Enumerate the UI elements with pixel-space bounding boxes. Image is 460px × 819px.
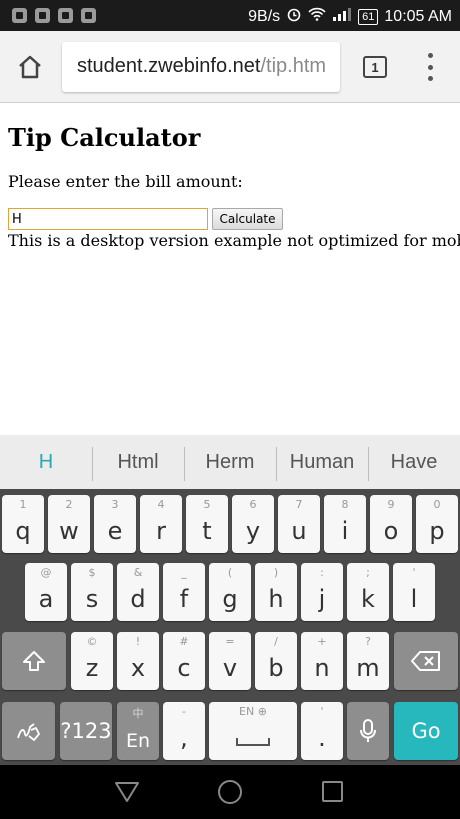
address-bar[interactable]: student.zwebinfo.net/tip.htm (62, 42, 340, 92)
key-o[interactable]: 9o (370, 495, 412, 553)
suggestion-item[interactable]: Html (92, 446, 184, 481)
wifi-icon (308, 7, 326, 26)
key-f[interactable]: _ f (163, 563, 205, 621)
key-g[interactable]: (g (209, 563, 251, 621)
key-t[interactable]: 5t (186, 495, 228, 553)
key-a[interactable]: @ a (25, 563, 67, 621)
clock: 10:05 AM (384, 7, 452, 25)
key-d[interactable]: & d (117, 563, 159, 621)
key-e[interactable]: 3e (94, 495, 136, 553)
calculate-button[interactable]: Calculate (212, 208, 283, 230)
page-title: Tip Calculator (8, 123, 201, 152)
space-bar[interactable]: EN ⊕ (209, 702, 297, 760)
suggestion-strip: H Html Herm Human Have (0, 435, 460, 489)
handwriting-icon[interactable] (2, 702, 55, 760)
navigation-bar (0, 765, 460, 819)
url-path: /tip.htm (260, 55, 327, 77)
key-h[interactable]: ) h (255, 563, 297, 621)
bill-prompt: Please enter the bill amount: (8, 172, 243, 191)
signal-icon (332, 7, 352, 26)
key-r[interactable]: 4r (140, 495, 182, 553)
key-m[interactable]: ? m (347, 632, 389, 690)
notification-icons (12, 8, 96, 23)
symbols-key[interactable]: ?123 (60, 702, 112, 760)
soft-keyboard: H Html Herm Human Have 1q 2w 3e 4r 5t 6y… (0, 435, 460, 765)
backspace-icon[interactable] (394, 632, 458, 690)
key-s[interactable]: $ s (71, 563, 113, 621)
tab-switcher-icon[interactable]: 1 (363, 56, 387, 78)
suggestion-item[interactable]: H (0, 451, 92, 474)
alarm-icon (286, 6, 302, 27)
status-bar: 9B/s 61 10:05 AM (0, 0, 460, 31)
key-q[interactable]: 1q (2, 495, 44, 553)
notification-app-icon (12, 8, 27, 23)
notification-play-store-icon (58, 8, 73, 23)
suggestion-item[interactable]: Herm (184, 446, 276, 481)
key-z[interactable]: © z (71, 632, 113, 690)
microphone-icon[interactable] (347, 702, 389, 760)
back-icon[interactable] (114, 780, 140, 809)
key-y[interactable]: 6y (232, 495, 274, 553)
language-key[interactable]: 中 En (117, 702, 159, 760)
suggestion-item[interactable]: Human (276, 446, 368, 481)
key-p[interactable]: 0p (416, 495, 458, 553)
go-button[interactable]: Go (394, 702, 458, 760)
key-v[interactable]: = v (209, 632, 251, 690)
key-l[interactable]: ' l (393, 563, 435, 621)
home-icon[interactable] (14, 52, 46, 82)
key-u[interactable]: 7u (278, 495, 320, 553)
shift-icon[interactable] (2, 632, 66, 690)
key-j[interactable]: :j (301, 563, 343, 621)
url-host: student.zwebinfo.net (77, 55, 261, 77)
key-k[interactable]: ; k (347, 563, 389, 621)
key-n[interactable]: + n (301, 632, 343, 690)
notification-play-store-icon (81, 8, 96, 23)
overflow-menu-icon[interactable] (420, 53, 440, 81)
key-i[interactable]: 8i (324, 495, 366, 553)
key-c[interactable]: # c (163, 632, 205, 690)
key-x[interactable]: ! x (117, 632, 159, 690)
home-button-icon[interactable] (218, 780, 242, 804)
bill-amount-input[interactable] (8, 208, 208, 230)
desktop-version-note: This is a desktop version example not op… (8, 231, 460, 250)
tab-count: 1 (371, 59, 379, 75)
key-b[interactable]: / b (255, 632, 297, 690)
space-icon (236, 738, 270, 746)
suggestion-item[interactable]: Have (368, 446, 460, 481)
battery-indicator: 61 (358, 8, 379, 25)
key-w[interactable]: 2w (48, 495, 90, 553)
period-key[interactable]: ' . (301, 702, 343, 760)
browser-toolbar: student.zwebinfo.net/tip.htm 1 (0, 31, 460, 103)
notification-gallery-icon (35, 8, 50, 23)
comma-key[interactable]: - , (163, 702, 205, 760)
network-speed: 9B/s (248, 7, 281, 25)
recent-apps-icon[interactable] (322, 781, 343, 802)
web-page: Tip Calculator Please enter the bill amo… (0, 104, 460, 434)
